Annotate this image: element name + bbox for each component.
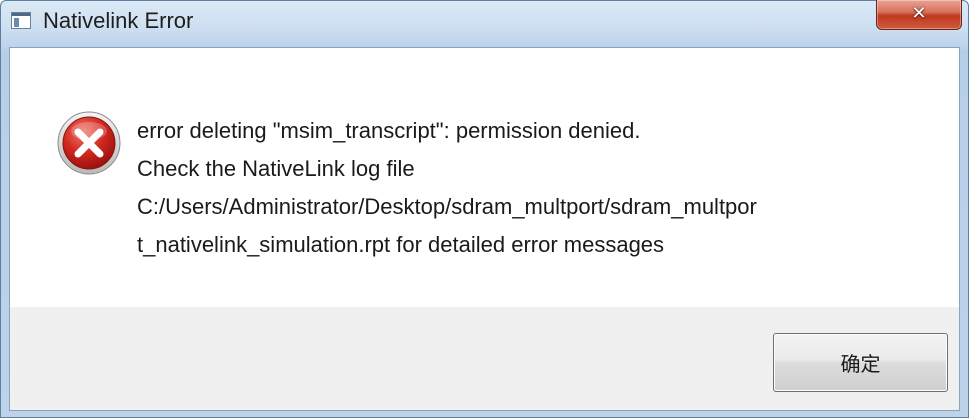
- error-message: error deleting "msim_transcript": permis…: [137, 112, 937, 264]
- dialog-client-area: error deleting "msim_transcript": permis…: [9, 47, 960, 411]
- message-line: C:/Users/Administrator/Desktop/sdram_mul…: [137, 194, 757, 219]
- error-icon: [57, 111, 121, 175]
- close-icon: ✕: [911, 3, 927, 24]
- window-title: Nativelink Error: [43, 8, 194, 33]
- dialog-window: Nativelink Error ✕ error deleting "msim_…: [0, 0, 969, 418]
- title-bar[interactable]: Nativelink Error ✕: [1, 0, 968, 45]
- close-button[interactable]: ✕: [876, 0, 962, 30]
- message-panel: error deleting "msim_transcript": permis…: [10, 48, 959, 307]
- app-window-icon: [11, 12, 31, 29]
- message-line: t_nativelink_simulation.rpt for detailed…: [137, 232, 665, 257]
- ok-button[interactable]: 确定: [773, 333, 948, 392]
- message-line: error deleting "msim_transcript": permis…: [137, 118, 641, 143]
- message-line: Check the NativeLink log file: [137, 156, 415, 181]
